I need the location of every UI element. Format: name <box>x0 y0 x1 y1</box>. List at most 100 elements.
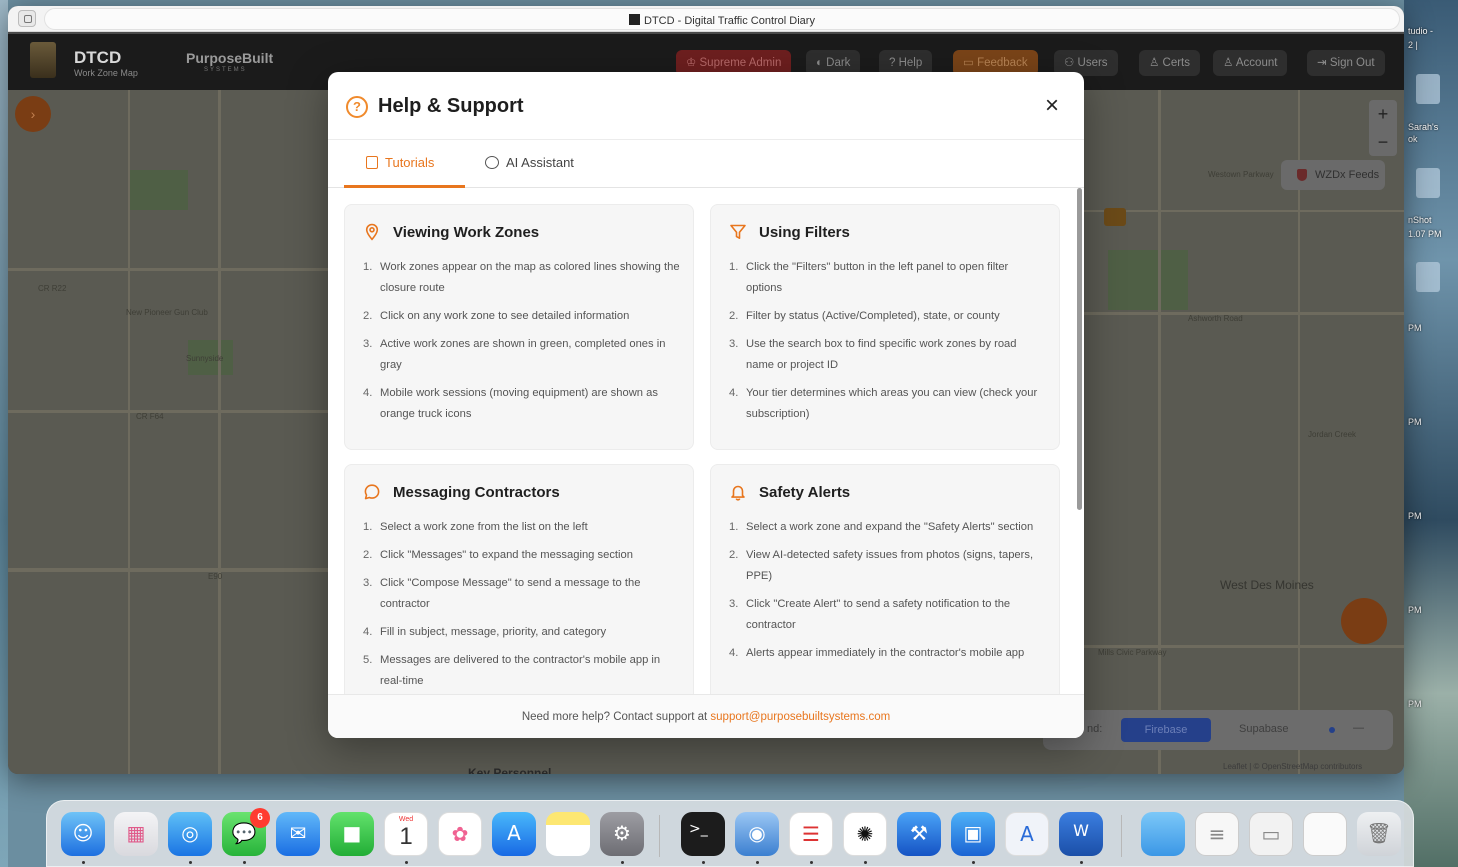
favicon-icon <box>629 14 641 25</box>
app-brand: DTCD <box>74 48 122 67</box>
docker-icon[interactable]: ◉ <box>735 812 779 856</box>
launchpad-icon[interactable]: ▦ <box>114 812 158 856</box>
zoom-in-button[interactable]: + <box>1369 100 1397 128</box>
map-road <box>1084 312 1404 315</box>
map-label: Ashworth Road <box>1188 314 1243 323</box>
trash-icon[interactable]: 🗑 <box>1357 812 1401 856</box>
address-bar[interactable]: DTCD - Digital Traffic Control Diary <box>44 8 1400 30</box>
step-text: Click "Create Alert" to send a safety no… <box>746 598 1011 631</box>
map-road <box>218 90 221 774</box>
step-text: Click "Compose Message" to send a messag… <box>380 577 641 610</box>
map-road <box>128 90 130 774</box>
partner-logo-subtitle: SYSTEMS <box>204 67 247 73</box>
desktop-item-label: ok <box>1408 134 1418 144</box>
supabase-toggle-button[interactable]: Supabase <box>1239 723 1289 735</box>
certs-label: Certs <box>1162 57 1190 69</box>
sidebar-toggle-button[interactable] <box>18 10 36 27</box>
zoom-out-button[interactable]: − <box>1369 128 1397 156</box>
map-label: Jordan Creek <box>1308 430 1357 439</box>
steps-list: 1. Click the "Filters" button in the left… <box>729 257 1047 432</box>
step-item: 4. Alerts appear immediately in the contr… <box>729 647 1025 659</box>
map-label: Westown Parkway <box>1208 170 1274 179</box>
sign-out-button[interactable]: ⇥ Sign Out <box>1307 50 1385 76</box>
modal-scrollbar[interactable] <box>1077 188 1082 510</box>
map-label: Sunnyside <box>186 354 224 363</box>
layers-button[interactable] <box>1341 598 1387 644</box>
step-text: Click the "Filters" button in the left p… <box>746 261 1009 294</box>
panel-toggle-button[interactable]: › <box>15 96 51 132</box>
desktop-file-icon[interactable] <box>1416 168 1440 198</box>
finder-icon[interactable]: ☺ <box>61 812 105 856</box>
map-pin-icon <box>365 223 379 241</box>
certs-button[interactable]: ♙ Certs <box>1139 50 1200 76</box>
map-road <box>8 410 338 413</box>
safari-icon[interactable]: ◎ <box>168 812 212 856</box>
step-text: Mobile work sessions (moving equipment) … <box>380 387 658 420</box>
app-store-icon[interactable]: A <box>492 812 536 856</box>
facetime-icon[interactable]: ■ <box>330 812 374 856</box>
step-item: 1. Work zones appear on the map as colore… <box>363 261 680 294</box>
word-icon[interactable]: W <box>1059 812 1103 856</box>
document-icon[interactable]: ≡ <box>1195 812 1239 856</box>
modal-header: ? Help & Support × <box>328 72 1084 140</box>
step-item: 1. Click the "Filters" button in the left… <box>729 261 1009 294</box>
desktop-item-label: PM <box>1408 417 1422 427</box>
xcode-icon[interactable]: ⚒ <box>897 812 941 856</box>
photos-icon[interactable]: ✿ <box>438 812 482 856</box>
work-zone-marker-icon[interactable] <box>1104 208 1126 226</box>
running-indicator <box>82 861 85 864</box>
step-text: Click on any work zone to see detailed i… <box>380 310 630 322</box>
modal-title: Help & Support <box>378 95 524 117</box>
tab-ai-assistant-label: AI Assistant <box>506 155 574 170</box>
tab-ai-assistant[interactable]: AI Assistant <box>485 140 605 188</box>
terminal-icon[interactable]: >_ <box>681 812 725 856</box>
modal-tabs: Tutorials AI Assistant <box>328 140 1084 188</box>
notes-icon[interactable] <box>546 812 590 856</box>
desktop-item-label: nShot <box>1408 215 1432 225</box>
step-item: 2. Click "Messages" to expand the messagi… <box>363 549 633 561</box>
preview-file-icon[interactable]: ▭ <box>1249 812 1293 856</box>
tab-tutorials[interactable]: Tutorials <box>344 140 465 188</box>
window-title-text: DTCD - Digital Traffic Control Diary <box>644 15 815 27</box>
map-label: CR F64 <box>136 412 164 421</box>
legend-minimize-button[interactable]: — <box>1353 722 1364 734</box>
dark-mode-label: Dark <box>826 57 851 69</box>
city-label: West Des Moines <box>1220 578 1314 592</box>
instruments-icon[interactable]: A <box>1005 812 1049 856</box>
map-road <box>1084 210 1404 212</box>
running-indicator <box>1080 861 1083 864</box>
macos-dock: ☺ ▦ ◎ 💬 6 ✉ ■ Wed 1 ✿ A ⚙ >_ ◉ ☰ ✺ ⚒ ▣ A… <box>46 800 1414 867</box>
data-source-legend: nd: Firebase Supabase — <box>1043 710 1393 750</box>
step-item: 2. Click on any work zone to see detailed… <box>363 310 630 322</box>
tutorial-card-safety-alerts: Safety Alerts 1. Select a work zone and e… <box>710 464 1060 694</box>
firebase-toggle-button[interactable]: Firebase <box>1121 718 1211 742</box>
tutorials-panel[interactable]: Viewing Work Zones 1. Work zones appear o… <box>328 189 1084 694</box>
calendar-icon[interactable]: Wed 1 <box>384 812 428 856</box>
calendar-day: Wed <box>398 816 414 823</box>
desktop-item-label: tudio - <box>1408 26 1434 36</box>
running-indicator <box>189 861 192 864</box>
map-road <box>8 268 338 271</box>
desktop-file-icon[interactable] <box>1416 262 1440 292</box>
wzdx-feeds-button[interactable]: WZDx Feeds <box>1281 160 1385 190</box>
close-button[interactable]: × <box>1040 92 1064 120</box>
mail-icon[interactable]: ✉ <box>276 812 320 856</box>
system-settings-icon[interactable]: ⚙ <box>600 812 644 856</box>
step-item: 1. Select a work zone and expand the "Saf… <box>729 521 1034 533</box>
document-app-icon[interactable]: ☰ <box>789 812 833 856</box>
step-text: Your tier determines which areas you can… <box>746 387 1038 420</box>
desktop-file-icon[interactable] <box>1416 74 1440 104</box>
zoom-control: + − <box>1369 100 1397 156</box>
calendar-date: 1 <box>399 823 413 850</box>
screenshot-file-icon[interactable] <box>1303 812 1347 856</box>
legend-label: nd: <box>1087 723 1103 735</box>
support-email-link[interactable]: support@purposebuiltsystems.com <box>710 711 890 723</box>
messages-badge: 6 <box>250 808 270 828</box>
map-label: New Pioneer Gun Club <box>126 308 208 317</box>
users-label: Users <box>1077 57 1108 69</box>
account-button[interactable]: ♙ Account <box>1213 50 1288 76</box>
chatgpt-icon[interactable]: ✺ <box>843 812 887 856</box>
folder-icon[interactable] <box>1141 812 1185 856</box>
windows-app-icon[interactable]: ▣ <box>951 812 995 856</box>
tutorial-card-messaging-contractors: Messaging Contractors 1. Select a work zo… <box>344 464 694 694</box>
